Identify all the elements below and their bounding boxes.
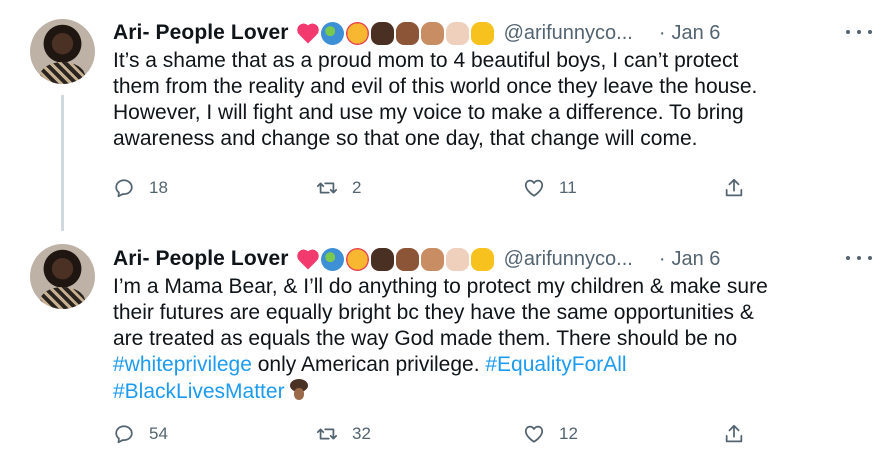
reply-count: 18	[149, 178, 168, 197]
fist-dark-icon	[370, 247, 394, 271]
share-button[interactable]	[723, 177, 745, 199]
tweet-text-segment: only American privilege.	[251, 353, 486, 376]
tweet-date[interactable]: Jan 6	[672, 22, 721, 45]
tweet-text-line: #whiteprivilege only American privilege.…	[113, 352, 873, 378]
tweet-date[interactable]: Jan 6	[672, 248, 721, 271]
name-emojis	[296, 21, 494, 45]
heart-outline-icon	[524, 179, 544, 197]
fist-light-icon	[445, 21, 469, 45]
handle[interactable]: @arifunnyco...	[504, 22, 633, 45]
like-button[interactable]: 11	[523, 177, 577, 199]
fist-medium-dark-icon	[395, 247, 419, 271]
reply-icon	[115, 425, 133, 444]
tweet-text-line: However, I will fight and use my voice t…	[113, 101, 744, 124]
avatar[interactable]	[30, 244, 95, 309]
fist-dark-icon	[370, 21, 394, 45]
fist-yellow-icon	[470, 247, 494, 271]
retweet-icon	[316, 428, 338, 440]
tweet-text-line: them from the reality and evil of this w…	[113, 75, 758, 98]
fist-yellow-icon	[470, 21, 494, 45]
fist-light-icon	[445, 247, 469, 271]
separator: ·	[658, 21, 666, 44]
tweet[interactable]: Ari- People Lover @arifunnyco... · Jan 6…	[0, 226, 896, 460]
hashtag-link[interactable]: #whiteprivilege	[113, 353, 252, 376]
separator: ·	[658, 247, 666, 270]
share-button[interactable]	[723, 423, 745, 445]
reply-icon	[115, 179, 133, 198]
like-count: 11	[559, 178, 577, 197]
more-options-icon[interactable]	[846, 248, 872, 268]
fist-medium-icon	[420, 247, 444, 271]
smiling-face-with-hearts-icon	[345, 21, 369, 45]
share-icon	[725, 424, 743, 443]
like-count: 12	[559, 424, 578, 443]
tweet-text: It’s a shame that as a proud mom to 4 be…	[113, 48, 873, 152]
tweet-header: Ari- People Lover @arifunnyco... · Jan 6	[113, 18, 872, 48]
display-name[interactable]: Ari- People Lover	[113, 247, 289, 271]
reply-button[interactable]: 18	[113, 177, 168, 199]
heart-icon	[296, 249, 319, 269]
name-emojis	[296, 247, 494, 271]
tweet-text-line: #BlackLivesMatter	[113, 378, 873, 405]
retweet-button[interactable]: 2	[316, 177, 361, 199]
tweet-text-line: awareness and change so that one day, th…	[113, 127, 698, 150]
fist-medium-dark-icon	[395, 21, 419, 45]
globe-icon	[320, 247, 344, 271]
fist-medium-icon	[420, 21, 444, 45]
like-button[interactable]: 12	[523, 423, 578, 445]
tweet-actions: 18 2 11	[113, 177, 763, 203]
retweet-button[interactable]: 32	[316, 423, 371, 445]
heart-outline-icon	[524, 425, 544, 443]
tweet[interactable]: Ari- People Lover @arifunnyco... · Jan 6…	[0, 0, 896, 226]
hashtag-link[interactable]: #BlackLivesMatter	[113, 380, 285, 403]
afro-hair-icon	[287, 378, 311, 402]
avatar[interactable]	[30, 19, 95, 84]
globe-icon	[320, 21, 344, 45]
tweet-text-line: It’s a shame that as a proud mom to 4 be…	[113, 49, 739, 72]
retweet-icon	[316, 182, 338, 194]
heart-icon	[296, 23, 319, 43]
tweet-header: Ari- People Lover @arifunnyco... · Jan 6	[113, 244, 872, 274]
retweet-count: 32	[352, 424, 371, 443]
share-icon	[725, 178, 743, 197]
tweet-text-line: I’m a Mama Bear, & I’ll do anything to p…	[113, 275, 768, 298]
retweet-count: 2	[352, 178, 362, 197]
smiling-face-with-hearts-icon	[345, 247, 369, 271]
tweet-text-line: are treated as equals the way God made t…	[113, 327, 738, 350]
handle[interactable]: @arifunnyco...	[504, 248, 633, 271]
more-options-icon[interactable]	[846, 22, 872, 42]
tweet-actions: 54 32 12	[113, 423, 763, 449]
tweet-text: I’m a Mama Bear, & I’ll do anything to p…	[113, 274, 873, 405]
hashtag-link[interactable]: #EqualityForAll	[485, 353, 626, 376]
reply-button[interactable]: 54	[113, 423, 168, 445]
reply-count: 54	[149, 424, 168, 443]
tweet-text-line: their futures are equally bright bc they…	[113, 301, 754, 324]
display-name[interactable]: Ari- People Lover	[113, 21, 289, 45]
